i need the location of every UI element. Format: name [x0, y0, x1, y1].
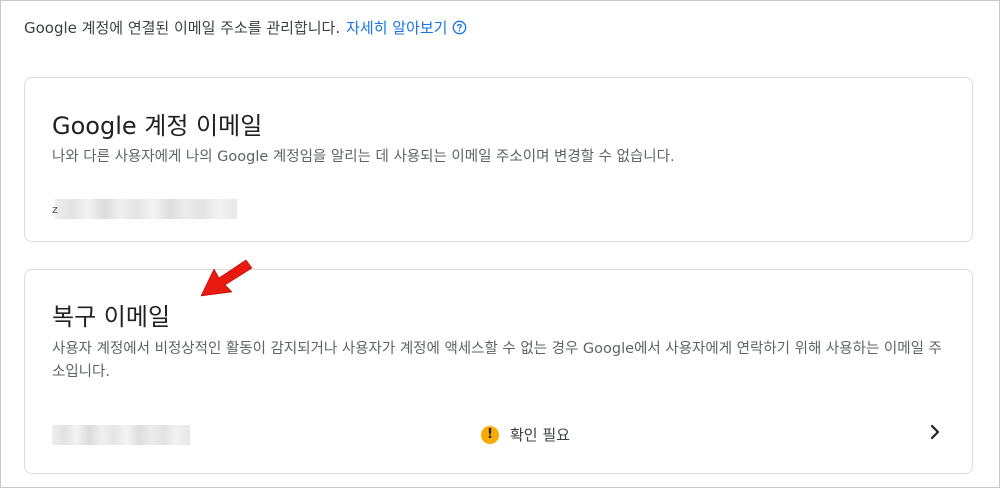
recovery-email-description: 사용자 계정에서 비정상적인 활동이 감지되거나 사용자가 계정에 액세스할 수…	[52, 341, 942, 380]
learn-more-link[interactable]: 자세히 알아보기	[346, 17, 447, 38]
email-fragment: z	[52, 203, 58, 216]
google-account-email-value-redacted: z	[52, 199, 237, 219]
google-account-email-card: Google 계정 이메일 나와 다른 사용자에게 나의 Google 계정임을…	[24, 77, 973, 242]
verification-status: ! 확인 필요	[481, 424, 570, 445]
recovery-email-title: 복구 이메일	[52, 303, 171, 331]
verification-status-label: 확인 필요	[510, 426, 570, 444]
recovery-email-value-redacted	[52, 425, 190, 445]
red-arrow-annotation	[200, 259, 253, 297]
help-circle-icon[interactable]	[451, 20, 467, 36]
intro-line: Google 계정에 연결된 이메일 주소를 관리합니다. 자세히 알아보기	[24, 17, 467, 38]
warning-icon: !	[481, 425, 499, 444]
chevron-right-icon[interactable]	[926, 420, 944, 444]
recovery-email-card[interactable]: 복구 이메일 사용자 계정에서 비정상적인 활동이 감지되거나 사용자가 계정에…	[24, 269, 973, 474]
google-account-email-title: Google 계정 이메일	[52, 112, 263, 140]
google-account-email-description: 나와 다른 사용자에게 나의 Google 계정임을 알리는 데 사용되는 이메…	[52, 149, 675, 165]
intro-text: Google 계정에 연결된 이메일 주소를 관리합니다.	[24, 19, 341, 37]
